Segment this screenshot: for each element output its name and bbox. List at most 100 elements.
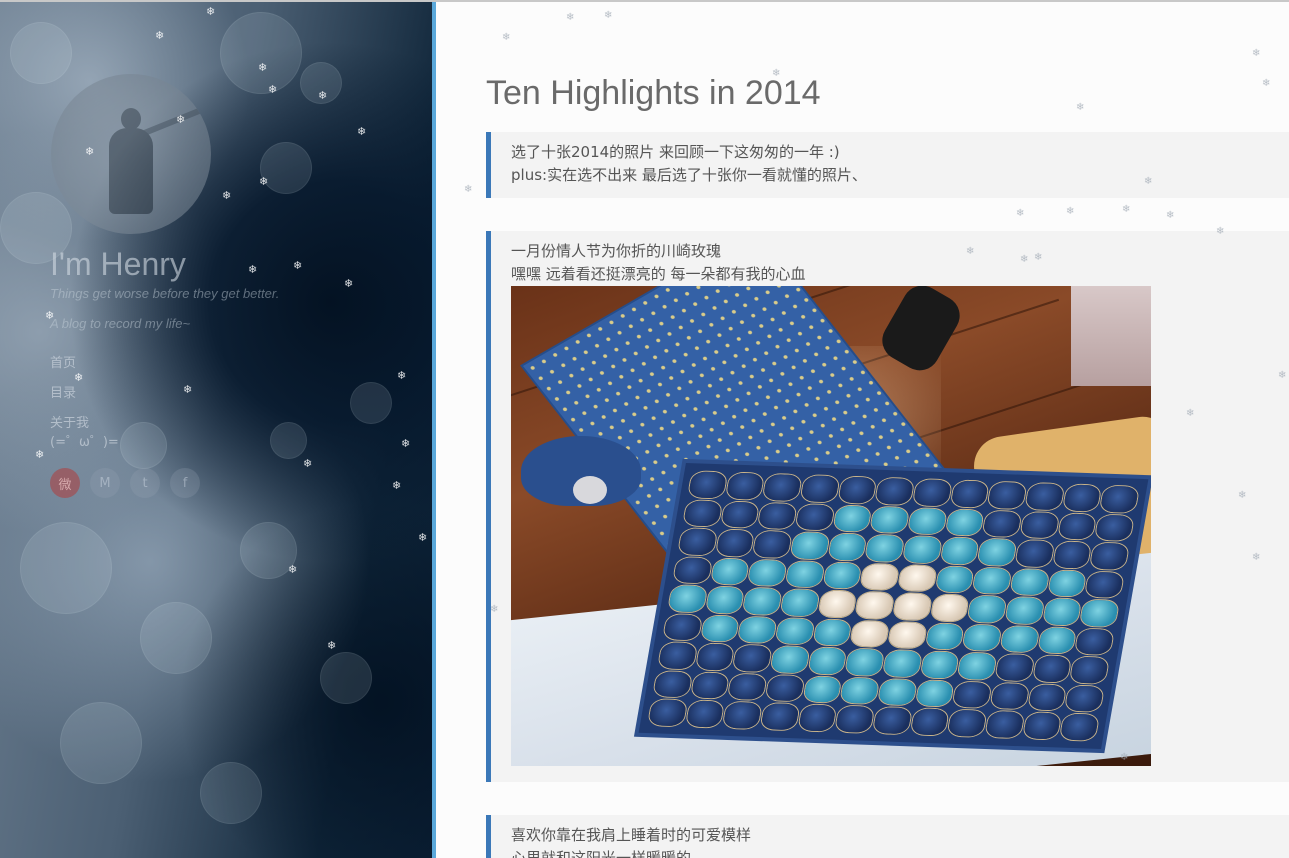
snowflake-icon: ❄: [418, 531, 428, 544]
photo-rose: [982, 510, 1022, 538]
highlight-photo[interactable]: [511, 286, 1151, 766]
snowflake-icon: ❄: [183, 383, 193, 396]
photo-rose: [930, 594, 970, 622]
twitter-icon[interactable]: t: [130, 468, 160, 498]
snowflake-icon: ❄: [566, 12, 575, 23]
snowflake-icon: ❄: [502, 32, 511, 43]
photo-rose: [715, 529, 755, 557]
photo-rose: [1025, 483, 1065, 510]
photo-rose: [990, 682, 1030, 710]
blog-motto: Things get worse before they get better.: [50, 286, 280, 301]
photo-corner-object: [1071, 286, 1151, 386]
nav-item-home[interactable]: 首页: [50, 354, 119, 384]
bokeh-light: [270, 422, 307, 459]
photo-rose: [765, 674, 805, 702]
photo-rose: [877, 678, 917, 706]
snowflake-icon: ❄: [155, 29, 165, 42]
photo-rose: [800, 475, 840, 502]
bokeh-light: [320, 652, 372, 704]
photo-rose: [662, 613, 702, 641]
highlight-caption: 一月份情人节为你折的川崎玫瑰: [511, 242, 722, 260]
photo-rose: [1057, 512, 1097, 540]
photo-rose: [780, 589, 820, 617]
snowflake-icon: ❄: [222, 189, 232, 202]
photo-rose: [812, 619, 852, 646]
photo-rose: [688, 471, 727, 498]
photo-rose: [1062, 484, 1102, 512]
sidebar-nav: 首页 目录 关于我 (=゜ω゜)=: [50, 354, 119, 460]
photo-rose: [925, 623, 965, 650]
nav-item-archive[interactable]: 目录: [50, 384, 119, 414]
photo-rose: [647, 699, 687, 727]
post-intro-line: 选了十张2014的照片 来回顾一下这匆匆的一年 :): [511, 143, 840, 161]
photo-rose: [695, 643, 735, 671]
snowflake-icon: ❄: [344, 277, 354, 290]
snowflake-icon: ❄: [401, 437, 411, 450]
main-content: Ten Highlights in 2014 选了十张2014的照片 来回顾一下…: [436, 2, 1289, 858]
photo-rose: [1032, 655, 1072, 683]
photo-rose: [950, 480, 990, 508]
photo-rose: [897, 564, 937, 592]
photo-rose: [912, 479, 952, 506]
blog-title[interactable]: I'm Henry: [50, 246, 186, 283]
photo-rose: [967, 595, 1007, 623]
bokeh-light: [10, 22, 72, 84]
photo-rose: [817, 590, 857, 618]
bokeh-light: [60, 702, 142, 784]
post-intro-line: plus:实在选不出来 最后选了十张你一看就懂的照片、: [511, 166, 867, 184]
snowflake-icon: ❄: [327, 639, 337, 652]
photo-rose: [1010, 568, 1050, 596]
post-intro-quote: 选了十张2014的照片 来回顾一下这匆匆的一年 :) plus:实在选不出来 最…: [486, 132, 1289, 198]
photo-rose: [957, 652, 997, 680]
photo-rose: [705, 586, 745, 614]
photo-rose: [1095, 514, 1135, 541]
photo-rose: [1070, 656, 1109, 684]
snowflake-icon: ❄: [1016, 208, 1025, 219]
snowflake-icon: ❄: [303, 457, 313, 470]
highlight-caption: 心里就和这阳光一样暖暖的: [511, 849, 692, 858]
post-title[interactable]: Ten Highlights in 2014: [486, 74, 821, 113]
photo-rose: [1052, 541, 1092, 569]
photo-rose: [1022, 712, 1062, 740]
photo-rose: [725, 472, 765, 500]
photo-rose: [710, 558, 750, 585]
photo-rose: [797, 704, 837, 732]
photo-rose: [742, 588, 782, 615]
bokeh-light: [240, 522, 297, 579]
mail-icon[interactable]: M: [90, 468, 120, 498]
photo-rose: [910, 708, 950, 736]
photo-rose: [1042, 598, 1082, 626]
photo-rose: [962, 624, 1002, 652]
photo-rose-tray: [638, 462, 1149, 750]
photo-rose: [940, 537, 980, 565]
nav-item-emoticon[interactable]: (=゜ω゜)=: [50, 436, 119, 460]
highlight-caption: 喜欢你靠在我肩上睡着时的可爱模样: [511, 826, 752, 844]
photo-rose: [1080, 599, 1120, 627]
photo-rose: [920, 651, 960, 679]
photo-rose: [1085, 571, 1125, 599]
photo-rose: [683, 499, 722, 527]
snowflake-icon: ❄: [206, 5, 216, 18]
photo-rose: [870, 506, 910, 534]
avatar[interactable]: [51, 74, 211, 234]
photo-rose: [1015, 540, 1055, 567]
photo-rose: [915, 680, 955, 707]
snowflake-icon: ❄: [1076, 102, 1085, 113]
photo-rose: [685, 700, 725, 728]
bokeh-light: [140, 602, 212, 674]
snowflake-icon: ❄: [1252, 48, 1261, 59]
photo-rose: [1020, 511, 1060, 539]
photo-rose: [840, 677, 880, 705]
photo-rose: [952, 681, 992, 709]
photo-rose: [860, 563, 900, 591]
photo-rose: [807, 647, 847, 675]
photo-rose: [827, 533, 867, 561]
photo-rose: [977, 538, 1017, 566]
photo-rose: [785, 560, 825, 588]
photo-rose: [770, 646, 810, 674]
weibo-icon[interactable]: 微: [50, 468, 80, 498]
facebook-icon[interactable]: f: [170, 468, 200, 498]
photo-rose: [667, 585, 707, 613]
photo-rose: [822, 562, 862, 589]
snowflake-icon: ❄: [397, 369, 407, 382]
